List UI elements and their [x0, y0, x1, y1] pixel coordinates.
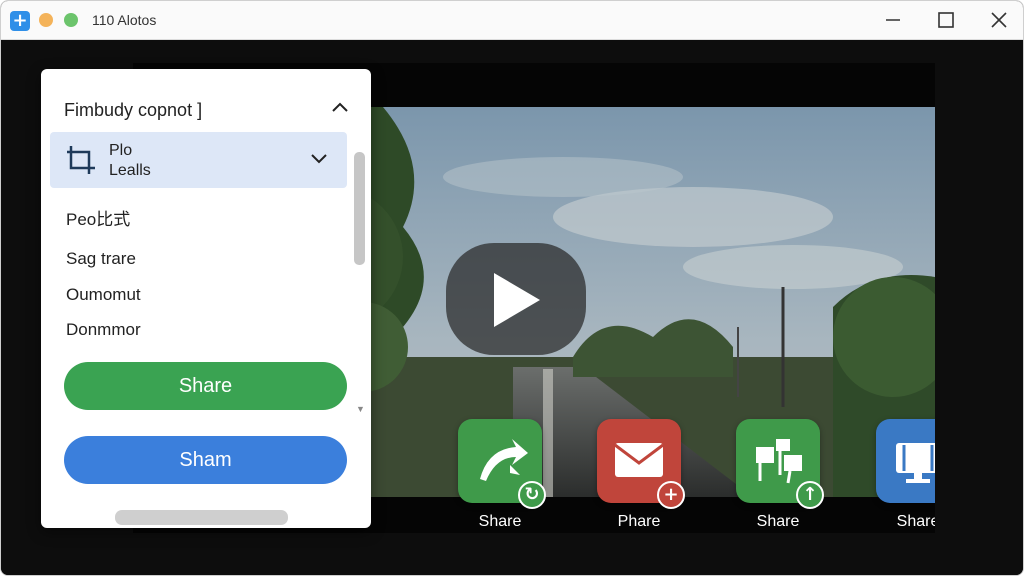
app-plus-icon: +	[10, 11, 30, 31]
share-tile-1[interactable]: ↻	[458, 419, 546, 509]
close-button[interactable]	[988, 9, 1010, 31]
minimize-traffic-light[interactable]	[39, 13, 53, 27]
vertical-scrollbar-thumb[interactable]	[354, 152, 365, 265]
close-icon	[991, 12, 1007, 28]
selected-dropdown-item[interactable]: Plo Lealls	[50, 132, 347, 188]
share-tile-3[interactable]: ↑	[736, 419, 824, 509]
share-tile-2-label: Phare	[617, 513, 661, 530]
list-item-1[interactable]: Peo比式	[66, 205, 130, 230]
title-bar: + 110 Alotos	[1, 1, 1023, 40]
content-area: ↻ Share + Phare ↑ Share Shar Fimbudy cop…	[1, 40, 1023, 575]
share-button-green[interactable]: Share	[64, 362, 347, 410]
app-window: + 110 Alotos ↻ Share + Phare ↑ Share Sha…	[0, 0, 1024, 576]
horizontal-scrollbar-thumb[interactable]	[115, 510, 288, 525]
maximize-icon	[938, 12, 954, 28]
chevron-down-icon	[311, 154, 327, 164]
share-tile-4-label: Share	[896, 513, 935, 530]
selected-item-label: Plo Lealls	[109, 141, 151, 181]
crop-icon	[67, 146, 95, 174]
list-item-3[interactable]: Oumomut	[66, 285, 141, 305]
maximize-button[interactable]	[935, 9, 957, 31]
list-item-4[interactable]: Donmmor	[66, 320, 141, 340]
share-tile-1-label: Share	[478, 513, 522, 530]
minimize-icon	[886, 19, 900, 21]
tile-3-badge: ↑	[796, 481, 824, 509]
list-item-2[interactable]: Sag trare	[66, 249, 136, 269]
panel-header: Fimbudy copnot ]	[64, 100, 203, 120]
tile-2-badge: +	[657, 481, 685, 509]
share-options-panel: Fimbudy copnot ] Plo Lealls Peo比式 Sag tr…	[41, 69, 371, 528]
share-tile-2[interactable]: +	[597, 419, 685, 509]
play-button[interactable]	[446, 243, 586, 355]
chevron-up-icon[interactable]	[331, 100, 349, 114]
share-tile-4[interactable]: +	[876, 419, 935, 503]
zoom-traffic-light[interactable]	[64, 13, 78, 27]
share-button-blue[interactable]: Sham	[64, 436, 347, 484]
scroll-down-arrow-icon[interactable]: ▼	[356, 404, 365, 414]
minimize-button[interactable]	[882, 9, 904, 31]
tile-1-badge: ↻	[518, 481, 546, 509]
play-icon	[494, 273, 540, 327]
package-icon	[896, 443, 935, 483]
share-tile-3-label: Share	[756, 513, 800, 530]
window-title: 110 Alotos	[92, 12, 157, 28]
selected-item-line1: Plo	[109, 142, 133, 159]
selected-item-line2: Lealls	[109, 162, 151, 179]
